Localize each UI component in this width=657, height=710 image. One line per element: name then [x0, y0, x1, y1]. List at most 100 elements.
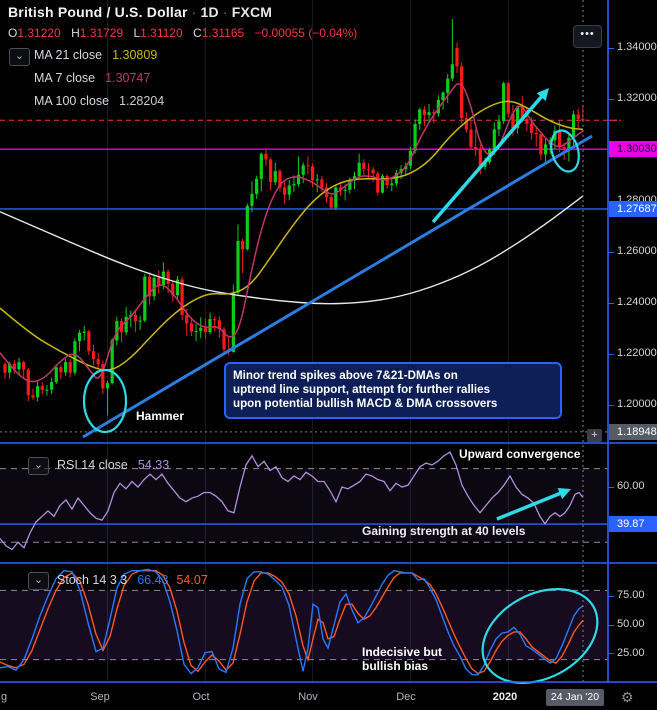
ma7-legend-row[interactable]: MA 7 close 1.30747 — [34, 71, 150, 85]
chevron-down-icon: ⌄ — [33, 574, 44, 586]
candle-body — [22, 362, 26, 370]
candle-body — [562, 147, 566, 149]
rsi-annotation-bottom[interactable]: Gaining strength at 40 levels — [362, 524, 525, 538]
candle-body — [469, 129, 473, 147]
axis-tick-mark — [608, 653, 614, 655]
candle-body — [543, 144, 548, 155]
candle-body — [567, 137, 571, 149]
candle-body — [571, 114, 576, 138]
chevron-down-icon: ⌄ — [33, 459, 44, 471]
rsi-label: RSI 14 close — [57, 458, 128, 472]
ma21-value: 1.30809 — [112, 48, 158, 62]
stoch-d-value: 54.07 — [176, 573, 208, 587]
price-tick-label: 1.22000 — [617, 347, 657, 359]
stoch-legend-row[interactable]: Stoch 14 3 3 66.43 54.07 — [57, 573, 208, 587]
axis-tick-mark — [608, 624, 614, 626]
candle-body — [287, 185, 291, 195]
high-value: 1.31729 — [79, 26, 124, 40]
note-line-2: uptrend line support, attempt for furthe… — [233, 383, 491, 397]
stoch-label: Stoch 14 3 3 — [57, 573, 128, 587]
candle-body — [576, 114, 580, 119]
axis-tick-mark — [608, 98, 614, 100]
candle-body — [73, 341, 77, 373]
candle-body — [557, 130, 562, 148]
rsi-level-badge: 39.87 — [609, 516, 657, 533]
candle-body — [446, 78, 450, 93]
chevron-down-icon: ⌄ — [14, 50, 25, 62]
ma7-label: MA 7 close — [34, 71, 96, 85]
title-separator: · — [222, 4, 228, 20]
price-tick-label: 1.20000 — [617, 398, 657, 410]
analysis-note-box[interactable]: Minor trend spikes above 7&21-DMAs on up… — [224, 362, 562, 419]
candle-body — [492, 129, 496, 150]
stoch-annotation-line2: bullish bias — [362, 659, 429, 673]
candle-body — [199, 327, 203, 332]
candle-body — [292, 184, 296, 186]
candle-body — [250, 193, 254, 206]
axis-tick-mark — [608, 486, 614, 488]
candle-body — [68, 362, 72, 373]
candle-body — [539, 134, 543, 155]
candle-body — [376, 173, 380, 193]
rsi-legend-row[interactable]: RSI 14 close 54.33 — [57, 458, 169, 472]
title-separator: · — [191, 4, 197, 20]
rsi-annotation-top[interactable]: Upward convergence — [459, 447, 580, 461]
candle-body — [427, 112, 431, 116]
ma-legend-chevron-button[interactable]: ⌄ — [9, 48, 30, 66]
more-options-button[interactable]: ••• — [573, 25, 602, 48]
candle-body — [157, 277, 161, 286]
time-axis-label: 2020 — [492, 691, 518, 703]
time-axis-label: Nov — [298, 691, 318, 703]
rsi-legend-chevron-button[interactable]: ⌄ — [28, 457, 49, 475]
ma100-legend-row[interactable]: MA 100 close 1.28204 — [34, 94, 164, 108]
symbol-title[interactable]: British Pound / U.S. Dollar · 1D · FXCM — [8, 4, 272, 20]
candle-body — [26, 369, 30, 396]
ma100-line — [0, 195, 584, 305]
stoch-annotation[interactable]: Indecisive but bullish bias — [362, 645, 442, 673]
candle-body — [245, 205, 249, 250]
ellipsis-icon: ••• — [580, 28, 595, 40]
candle-body — [166, 271, 170, 284]
candle-body — [418, 109, 422, 124]
candle-body — [269, 159, 273, 183]
note-line-3: upon potential bullish MACD & DMA crosso… — [233, 397, 498, 411]
candle-body — [455, 48, 459, 67]
candle-body — [343, 189, 347, 191]
crosshair-date-badge: 24 Jan '20 — [546, 689, 604, 706]
candle-body — [357, 162, 361, 177]
candle-body — [320, 179, 324, 188]
time-axis-label: g — [0, 691, 8, 703]
ma21-legend-row[interactable]: MA 21 close 1.30809 — [34, 48, 157, 62]
bullish-arrow — [431, 92, 546, 224]
candle-body — [529, 123, 534, 133]
stoch-tick-label: 25.00 — [617, 646, 645, 659]
interval-label[interactable]: 1D — [201, 4, 219, 20]
time-axis-label: Dec — [396, 691, 416, 703]
rsi-tick-label: 60.00 — [617, 480, 645, 492]
symbol-name[interactable]: British Pound / U.S. Dollar — [8, 4, 188, 20]
gear-icon[interactable]: ⚙ — [621, 689, 634, 706]
candle-body — [422, 109, 426, 116]
ma100-label: MA 100 close — [34, 94, 110, 108]
stoch-k-value: 66.43 — [137, 573, 169, 587]
price-tick-label: 1.32000 — [617, 92, 657, 104]
candle-body — [231, 292, 235, 352]
candle-body — [50, 382, 54, 390]
candle-body — [450, 64, 454, 79]
candle-body — [194, 331, 198, 333]
candle-body — [334, 187, 338, 208]
high-key: H — [71, 26, 80, 40]
crosshair-plus-button[interactable]: + — [587, 429, 602, 442]
candle-body — [40, 386, 44, 390]
stoch-legend-chevron-button[interactable]: ⌄ — [28, 572, 49, 590]
candle-body — [185, 314, 189, 324]
candle-body — [329, 197, 333, 208]
candle-body — [208, 319, 212, 333]
candle-body — [105, 383, 110, 389]
candle-body — [138, 320, 142, 322]
candle-body — [59, 367, 63, 373]
time-axis-label: Sep — [90, 691, 110, 703]
candle-body — [124, 316, 128, 333]
hammer-label[interactable]: Hammer — [136, 409, 184, 423]
candle-body — [366, 169, 371, 171]
